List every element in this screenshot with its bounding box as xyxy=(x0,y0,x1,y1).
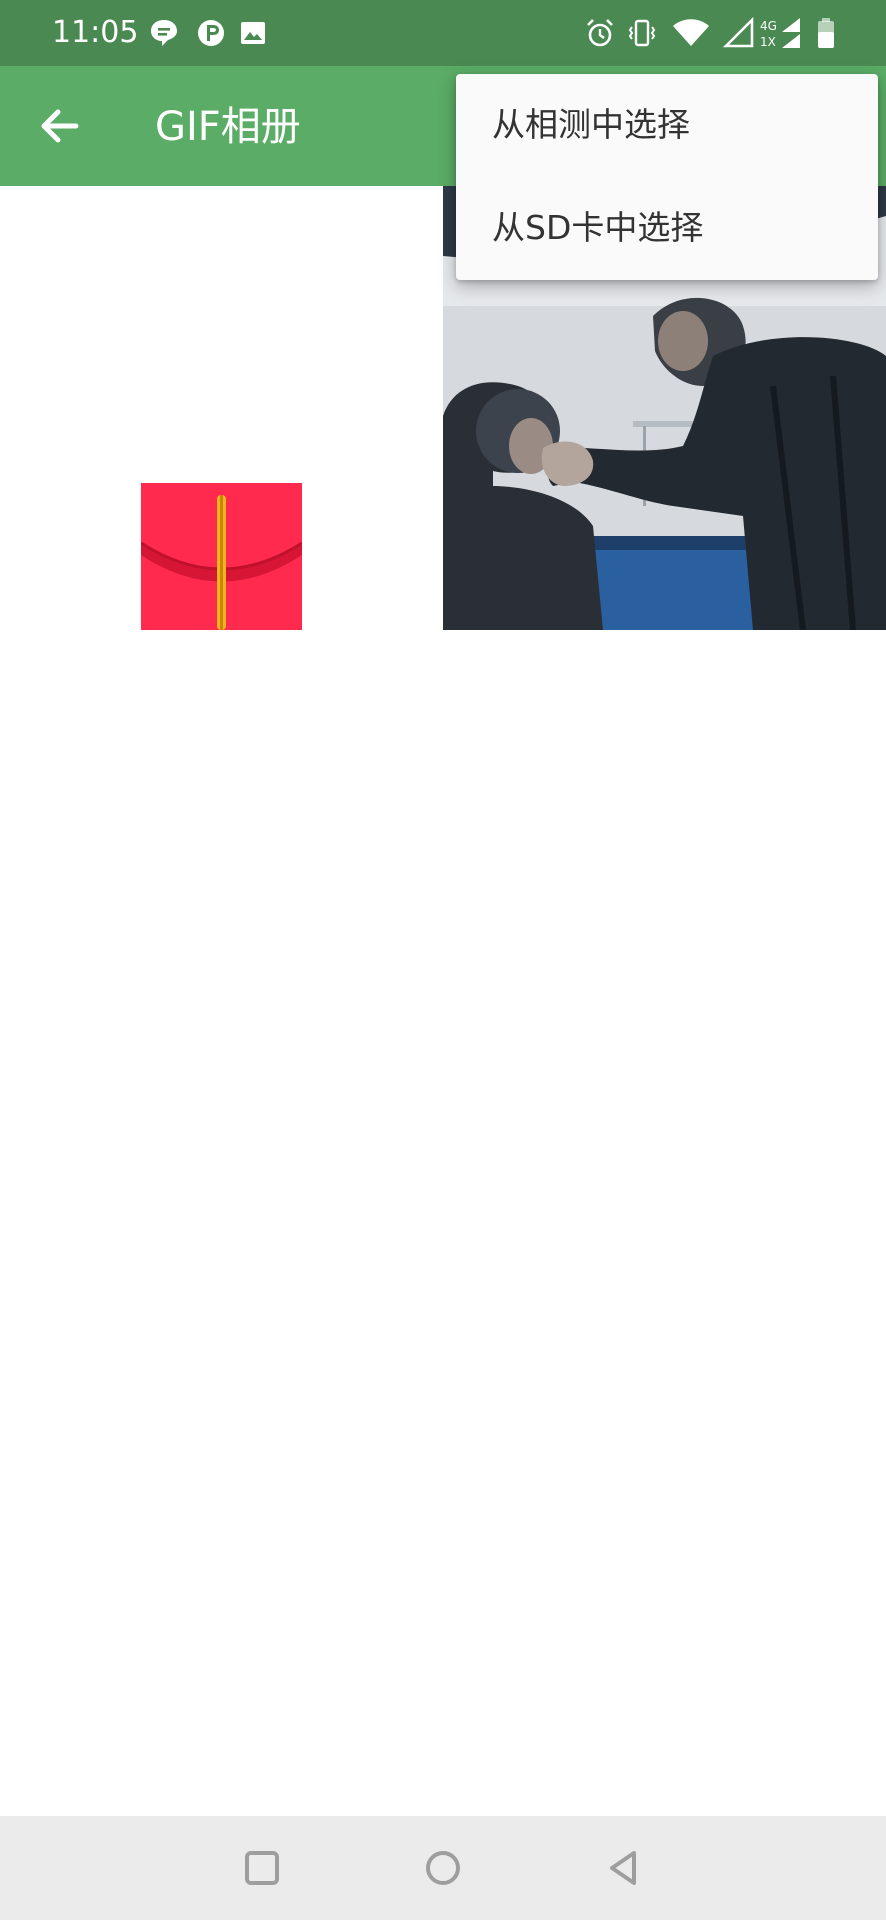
chat-bubble-icon xyxy=(147,16,181,50)
status-time: 11:05 xyxy=(52,15,139,50)
network-label-4g: 4G xyxy=(760,19,777,33)
network-label-1x: 1X xyxy=(760,35,776,49)
menu-item-from-album[interactable]: 从相测中选择 xyxy=(456,74,878,177)
menu-item-label: 从相测中选择 xyxy=(492,105,690,144)
status-bar: 11:05 4G 1X xyxy=(0,0,886,66)
network-4g-1x-icon: 4G 1X xyxy=(758,16,804,50)
gif-tile-red-envelope[interactable] xyxy=(0,186,443,630)
recent-apps-button[interactable] xyxy=(240,1846,284,1890)
page-title: GIF相册 xyxy=(155,104,301,150)
home-icon xyxy=(426,1851,460,1885)
nav-back-button[interactable] xyxy=(602,1846,646,1890)
battery-icon xyxy=(815,16,837,50)
wifi-icon xyxy=(671,16,711,50)
navigation-bar xyxy=(0,1816,886,1920)
home-button[interactable] xyxy=(421,1846,465,1890)
back-triangle-icon xyxy=(610,1851,636,1885)
menu-item-label: 从SD卡中选择 xyxy=(492,208,704,247)
signal-icon xyxy=(722,16,756,50)
red-envelope-image xyxy=(141,483,302,630)
screen: 11:05 4G 1X GIF相册 从相测中选择 从SD卡中选择 xyxy=(0,0,886,1920)
image-icon xyxy=(236,16,270,50)
overflow-menu: 从相测中选择 从SD卡中选择 xyxy=(456,74,878,280)
arrow-left-icon xyxy=(41,109,79,143)
vibrate-icon xyxy=(625,16,659,50)
recent-apps-icon xyxy=(245,1851,279,1885)
parking-icon xyxy=(194,16,228,50)
alarm-icon xyxy=(583,16,617,50)
menu-item-from-sd-card[interactable]: 从SD卡中选择 xyxy=(456,177,878,280)
back-button[interactable] xyxy=(30,96,90,156)
